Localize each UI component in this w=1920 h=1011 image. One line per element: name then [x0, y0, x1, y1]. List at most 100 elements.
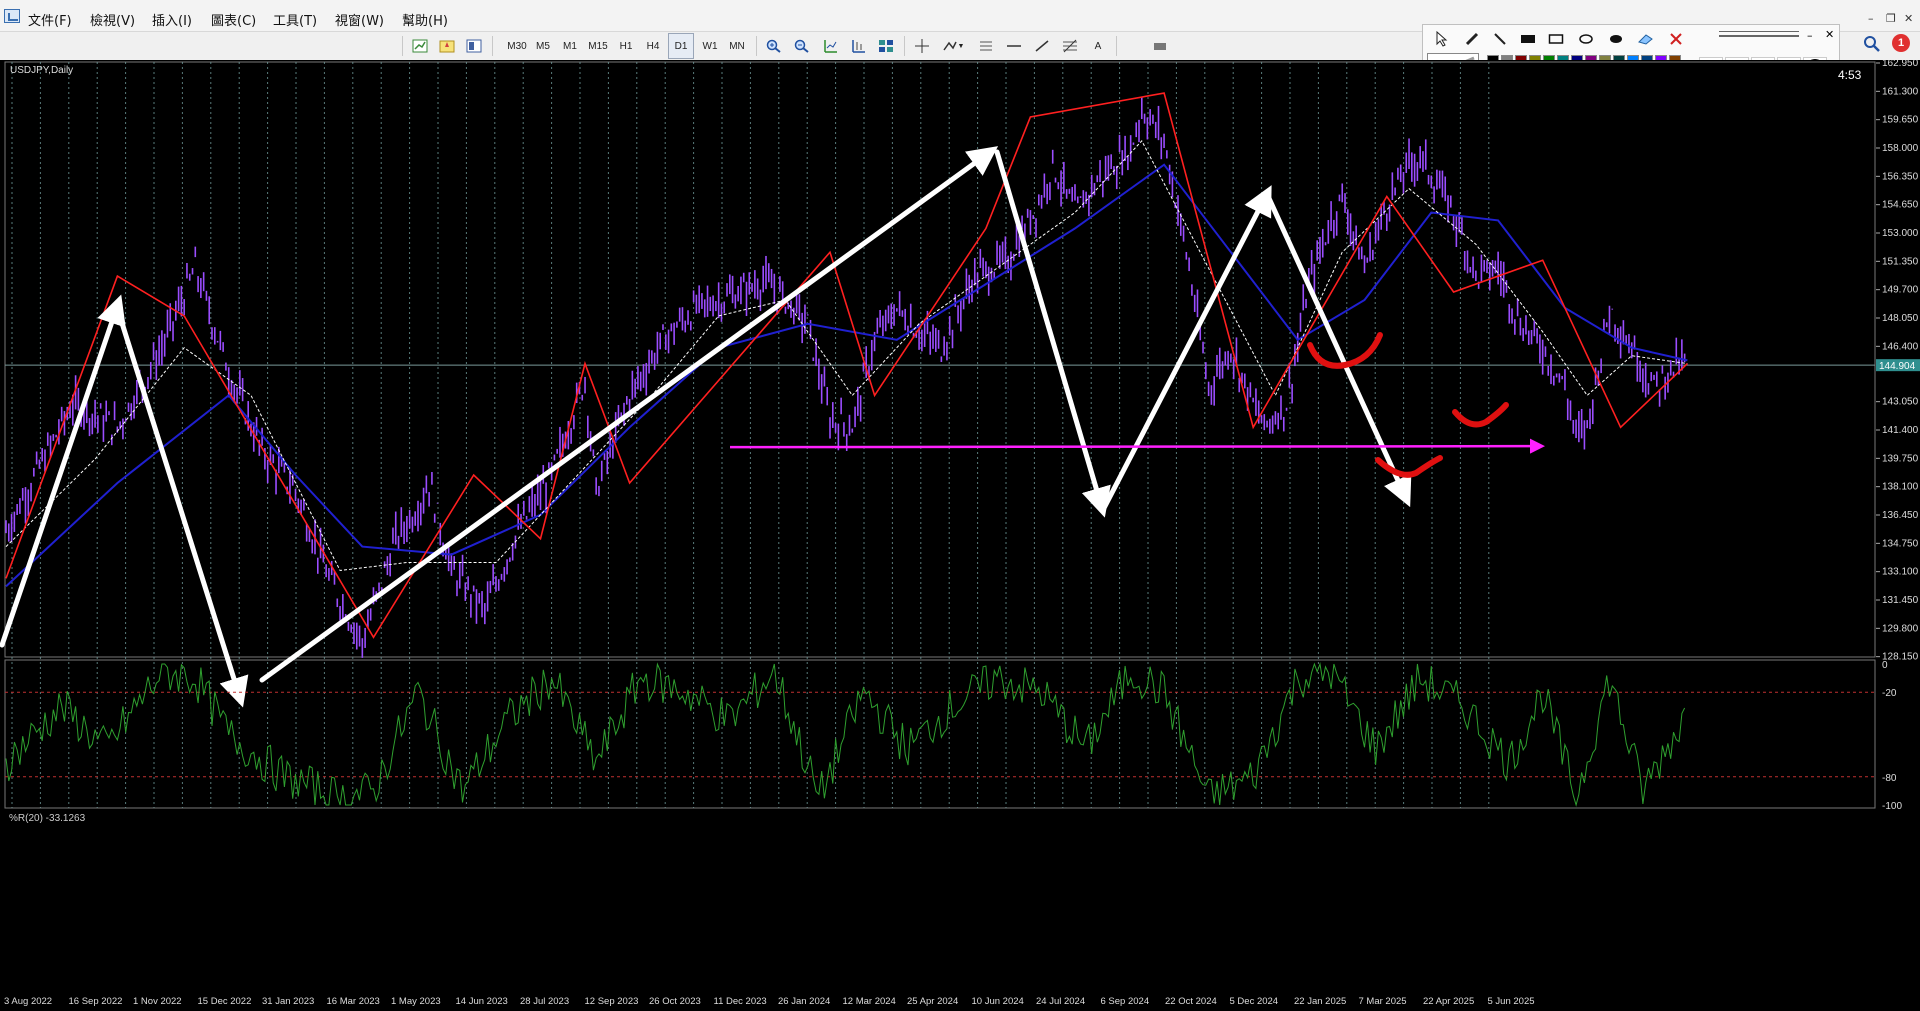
- price-tick-label: 158.000: [1882, 143, 1919, 154]
- text-tool-button[interactable]: A: [1086, 33, 1110, 59]
- autoscroll-button[interactable]: [846, 33, 870, 59]
- moving-averages: [5, 140, 1688, 588]
- indicator-tick-label: -100: [1882, 801, 1902, 812]
- eraser-tool[interactable]: [1635, 29, 1657, 49]
- delete-x-icon: [1670, 33, 1682, 45]
- williams-r-line: [5, 662, 1686, 807]
- toolbar: M30 M5 M1 M15 H1 H4 D1 W1 MN ▼ A: [400, 33, 1420, 59]
- zoom-out-button[interactable]: [790, 33, 814, 59]
- trendline-icon: [1035, 40, 1049, 52]
- trend-arrow: [994, 149, 1111, 518]
- zoom-in-button[interactable]: [762, 33, 786, 59]
- line-width-preview: [1719, 35, 1799, 37]
- price-chart[interactable]: 162.950 161.300 159.650 158.000 156.350 154.6…: [0, 60, 1920, 1011]
- periods-button[interactable]: [974, 33, 998, 59]
- date-tick-label: 26 Oct 2023: [649, 996, 701, 1007]
- chevron-down-icon: ▼: [957, 42, 965, 50]
- menu-charts[interactable]: 圖表(C): [211, 10, 256, 29]
- new-chart-button[interactable]: [408, 33, 432, 59]
- zoom-in-icon: [766, 39, 781, 53]
- timeframe-m5[interactable]: M5: [530, 33, 556, 59]
- notification-badge[interactable]: 1: [1892, 34, 1910, 52]
- timeframe-d1[interactable]: D1: [668, 33, 694, 59]
- fibonacci-icon: [1063, 39, 1077, 53]
- price-tick-label: 161.300: [1882, 86, 1919, 97]
- crosshair-icon: [915, 39, 929, 53]
- timeframe-m15[interactable]: M15: [583, 33, 613, 59]
- panel-minimize-icon[interactable]: –: [1807, 29, 1813, 42]
- price-tick-label: 153.000: [1882, 228, 1919, 239]
- date-tick-label: 12 Mar 2024: [843, 996, 896, 1007]
- cursor-tools-dropdown[interactable]: ▼: [936, 33, 970, 59]
- indicator-tick-label: 0: [1882, 660, 1888, 671]
- chart-window[interactable]: 162.950 161.300 159.650 158.000 156.350 154.6…: [0, 60, 1920, 1011]
- trend-arrow: [1100, 185, 1272, 513]
- chart-shift-icon: [824, 40, 837, 53]
- templates-button[interactable]: [435, 33, 459, 59]
- timeframe-w1[interactable]: W1: [697, 33, 723, 59]
- label-tool-button[interactable]: [1148, 33, 1172, 59]
- date-tick-label: 3 Aug 2022: [4, 996, 52, 1007]
- menu-window[interactable]: 視窗(W): [335, 10, 384, 29]
- line-width-preview: [1719, 31, 1799, 32]
- timeframe-m1[interactable]: M1: [557, 33, 583, 59]
- trend-arrow: [0, 294, 126, 648]
- search-button[interactable]: [1862, 34, 1882, 54]
- date-tick-label: 1 May 2023: [391, 996, 441, 1007]
- chart-shift-button[interactable]: [818, 33, 842, 59]
- date-tick-label: 28 Jul 2023: [520, 996, 569, 1007]
- close-window-icon[interactable]: ✕: [1904, 12, 1913, 25]
- timeframe-h1[interactable]: H1: [613, 33, 639, 59]
- menu-insert[interactable]: 插入(I): [152, 10, 192, 29]
- date-tick-label: 1 Nov 2022: [133, 996, 182, 1007]
- price-tick-label: 148.050: [1882, 313, 1919, 324]
- trendline-button[interactable]: [1030, 33, 1054, 59]
- filled-ellipse-icon: [1610, 35, 1622, 43]
- search-icon: [1864, 36, 1880, 52]
- rect-tool[interactable]: [1545, 29, 1567, 49]
- timeframe-m30[interactable]: M30: [502, 33, 532, 59]
- menu-help[interactable]: 幫助(H): [402, 10, 448, 29]
- minimize-icon[interactable]: –: [1868, 12, 1874, 25]
- date-tick-label: 22 Jan 2025: [1294, 996, 1346, 1007]
- price-tick-label: 133.100: [1882, 567, 1919, 578]
- price-tick-label: 136.450: [1882, 510, 1919, 521]
- ellipse-tool[interactable]: [1575, 29, 1597, 49]
- clear-all-tool[interactable]: [1665, 29, 1687, 49]
- fibonacci-button[interactable]: [1058, 33, 1082, 59]
- pointer-tool[interactable]: [1431, 29, 1453, 49]
- filled-rect-tool[interactable]: [1517, 29, 1539, 49]
- date-tick-label: 10 Jun 2024: [972, 996, 1024, 1007]
- profiles-button[interactable]: [462, 33, 486, 59]
- price-tick-label: 138.100: [1882, 482, 1919, 493]
- templates-icon: [439, 40, 455, 53]
- crosshair-button[interactable]: [910, 33, 934, 59]
- menu-file[interactable]: 文件(F): [28, 10, 72, 29]
- panel-close-icon[interactable]: ✕: [1825, 28, 1834, 41]
- horizontal-line-button[interactable]: [1002, 33, 1026, 59]
- indicator-tick-label: -20: [1882, 688, 1897, 699]
- timeframe-h4[interactable]: H4: [640, 33, 666, 59]
- menu-tools[interactable]: 工具(T): [273, 10, 317, 29]
- tile-windows-button[interactable]: [874, 33, 898, 59]
- user-drawings: [0, 146, 1545, 708]
- date-tick-label: 7 Mar 2025: [1359, 996, 1407, 1007]
- price-tick-label: 156.350: [1882, 171, 1919, 182]
- menu-view[interactable]: 檢視(V): [90, 10, 135, 29]
- fast-moving-average: [5, 140, 1688, 572]
- timeframe-mn[interactable]: MN: [724, 33, 750, 59]
- date-tick-label: 6 Sep 2024: [1101, 996, 1150, 1007]
- price-tick-label: 131.450: [1882, 595, 1919, 606]
- price-series: [5, 97, 1686, 658]
- restore-icon[interactable]: ❐: [1886, 12, 1896, 25]
- pointer-icon: [1436, 31, 1448, 47]
- zoom-out-icon: [794, 39, 809, 53]
- toolbar-separator: [1116, 36, 1117, 56]
- line-tool[interactable]: [1489, 29, 1511, 49]
- pen-tool[interactable]: [1461, 29, 1483, 49]
- date-tick-label: 11 Dec 2023: [714, 996, 767, 1007]
- chart-symbol-label: USDJPY,Daily: [10, 65, 73, 76]
- price-tick-label: 141.400: [1882, 425, 1919, 436]
- filled-ellipse-tool[interactable]: [1605, 29, 1627, 49]
- current-price-label: 144.904: [1879, 361, 1916, 372]
